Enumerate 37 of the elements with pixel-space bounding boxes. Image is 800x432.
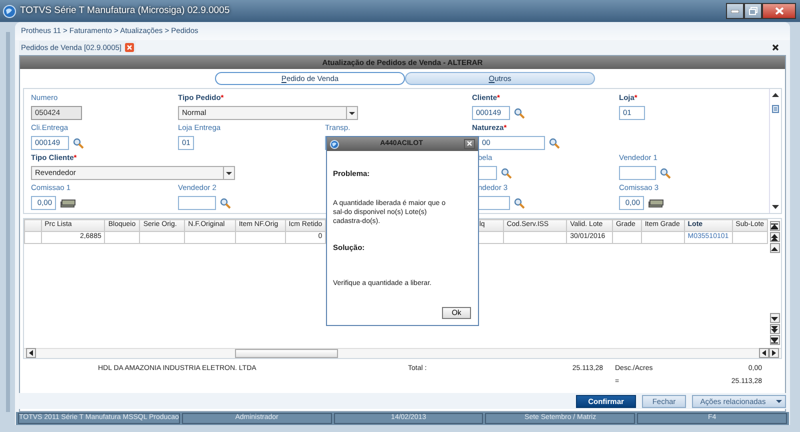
close-icon[interactable] [772,44,779,51]
page-down-icon[interactable] [771,326,778,332]
window-title: TOTVS Série T Manufatura (Microsiga) 02.9.0005 [20,4,230,18]
search-icon[interactable] [73,138,84,148]
search-icon[interactable] [660,168,671,178]
close-button[interactable] [762,3,796,19]
input-field[interactable] [178,196,216,210]
input-field[interactable] [619,166,656,180]
scroll-down-icon[interactable] [772,205,779,209]
input-field[interactable] [478,166,497,180]
scroll-left-icon[interactable] [762,350,766,356]
search-icon[interactable] [514,108,525,118]
scroll-down-icon[interactable] [771,314,778,322]
globe-icon [330,140,339,148]
caret-icon [776,400,782,402]
scroll-right-icon[interactable] [772,350,776,356]
scroll-left-icon[interactable] [29,350,33,356]
scroll-thumb-icon[interactable] [772,104,779,112]
input-field[interactable] [478,196,510,210]
app-globe-icon [3,4,16,18]
search-icon[interactable] [501,168,512,178]
search-icon[interactable] [514,198,525,208]
caret-icon[interactable] [226,172,232,174]
caret-icon[interactable] [349,112,355,114]
close-button[interactable] [464,138,475,148]
restore-button[interactable] [744,3,762,19]
scroll-up-icon[interactable] [771,244,778,252]
minimize-button[interactable] [726,3,744,19]
scroll-first-icon[interactable] [771,222,778,230]
scroll-up-icon[interactable] [772,93,779,97]
scroll-thumb[interactable] [235,349,338,358]
scroll-last-icon[interactable] [771,336,778,344]
money-icon[interactable] [60,198,76,208]
page-up-icon[interactable] [771,234,778,240]
search-icon[interactable] [549,138,560,148]
money-icon[interactable] [648,198,664,208]
search-icon[interactable] [220,198,231,208]
